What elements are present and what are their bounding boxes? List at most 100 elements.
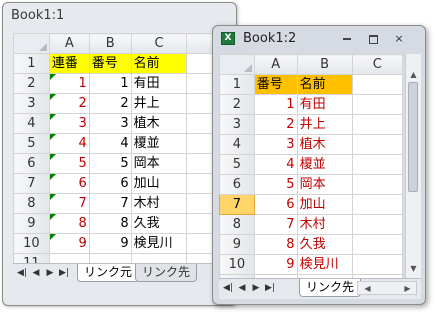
header-cell[interactable]: 名前	[130, 53, 188, 74]
next-sheet-icon[interactable]: ▶	[251, 282, 261, 295]
number-cell[interactable]: 3	[253, 134, 298, 155]
scrollbar-thumb[interactable]	[408, 82, 418, 192]
first-sheet-icon[interactable]: ◀|	[223, 282, 233, 295]
name-cell[interactable]: 岡本	[130, 153, 188, 174]
sheet-tab-link-dest[interactable]: リンク先	[299, 279, 362, 297]
row-header[interactable]: 7	[13, 173, 50, 194]
empty-cell[interactable]	[88, 253, 132, 263]
last-sheet-icon[interactable]: ▶|	[265, 282, 275, 295]
name-cell[interactable]: 岡本	[296, 174, 353, 195]
header-cell[interactable]: 番号	[88, 53, 132, 74]
name-cell[interactable]: 検見川	[296, 254, 353, 275]
next-sheet-icon[interactable]: ▶	[45, 267, 55, 280]
number-cell[interactable]: 9	[253, 254, 298, 275]
column-header[interactable]: B	[296, 54, 353, 75]
empty-cell[interactable]	[351, 74, 403, 95]
name-cell[interactable]: 加山	[296, 194, 353, 215]
number-cell[interactable]: 2	[253, 114, 298, 135]
number-cell[interactable]: 4	[88, 133, 132, 154]
empty-cell[interactable]	[351, 234, 403, 255]
number-cell[interactable]: 6	[253, 194, 298, 215]
number-cell[interactable]: 9	[88, 233, 132, 254]
column-header[interactable]: A	[48, 33, 90, 54]
number-cell[interactable]: 5	[253, 174, 298, 195]
number-cell[interactable]: 8	[88, 213, 132, 234]
workbook-window-2[interactable]: X Book1:2 × A B C 1 番号 名前 2 1 有田 3 2 井上 4 3 植木 5 4 榎並 6 5 岡本…	[212, 25, 426, 305]
first-sheet-icon[interactable]: ◀|	[17, 267, 27, 280]
number-cell[interactable]: 5	[88, 153, 132, 174]
worksheet-grid[interactable]: A B C 1 番号 名前 2 1 有田 3 2 井上 4 3 植木 5 4 榎並 6 5 岡本 7 6 加山 8 7 木村 9 8 久我…	[219, 54, 403, 278]
name-cell[interactable]: 久我	[130, 213, 188, 234]
row-header[interactable]: 5	[219, 154, 255, 175]
column-header[interactable]: C	[130, 33, 188, 54]
select-all-corner[interactable]	[219, 54, 255, 75]
row-header[interactable]: 6	[13, 153, 50, 174]
row-header[interactable]: 8	[219, 214, 255, 235]
row-header-selected[interactable]: 7	[219, 194, 255, 215]
name-cell[interactable]: 榎並	[130, 133, 188, 154]
empty-cell[interactable]	[351, 154, 403, 175]
row-header[interactable]: 2	[219, 94, 255, 115]
row-header[interactable]: 9	[219, 234, 255, 255]
row-header[interactable]: 10	[219, 254, 255, 275]
empty-cell[interactable]	[351, 174, 403, 195]
scroll-down-icon[interactable]: ▼	[406, 262, 421, 276]
name-cell[interactable]: 井上	[130, 93, 188, 114]
number-cell[interactable]: 7	[253, 214, 298, 235]
name-cell[interactable]: 井上	[296, 114, 353, 135]
empty-cell[interactable]	[351, 254, 403, 275]
name-cell[interactable]: 有田	[296, 94, 353, 115]
number-cell[interactable]: 1	[253, 94, 298, 115]
row-header[interactable]: 6	[219, 174, 255, 195]
row-header[interactable]: 2	[13, 73, 50, 94]
number-cell[interactable]: 3	[88, 113, 132, 134]
name-cell[interactable]: 久我	[296, 234, 353, 255]
scroll-up-icon[interactable]: ▲	[406, 68, 421, 82]
number-cell[interactable]: 4	[253, 154, 298, 175]
name-cell[interactable]: 木村	[130, 193, 188, 214]
number-cell[interactable]: 7	[88, 193, 132, 214]
serial-cell[interactable]: 3	[48, 113, 90, 134]
minimize-button[interactable]	[337, 31, 357, 46]
worksheet-grid[interactable]: A B C 1 連番 番号 名前 2 1 1 有田 3 2 2 井上 4 3 3 植木 5 4 4 榎並 6 5 5 岡本 7 6 6 加山…	[13, 33, 236, 263]
column-header[interactable]: B	[88, 33, 132, 54]
scroll-right-icon[interactable]: ▶	[400, 282, 415, 296]
empty-cell[interactable]	[48, 253, 90, 263]
title-bar[interactable]: Book1:1	[3, 3, 236, 27]
row-header[interactable]: 11	[13, 253, 50, 263]
row-header[interactable]: 9	[13, 213, 50, 234]
prev-sheet-icon[interactable]: ◀	[31, 267, 41, 280]
header-cell[interactable]: 番号	[253, 74, 298, 95]
row-header[interactable]: 10	[13, 233, 50, 254]
name-cell[interactable]: 植木	[296, 134, 353, 155]
empty-cell[interactable]	[351, 114, 403, 135]
serial-cell[interactable]: 2	[48, 93, 90, 114]
row-header[interactable]: 8	[13, 193, 50, 214]
name-cell[interactable]: 検見川	[130, 233, 188, 254]
name-cell[interactable]: 有田	[130, 73, 188, 94]
name-cell[interactable]: 木村	[296, 214, 353, 235]
number-cell[interactable]: 2	[88, 93, 132, 114]
empty-cell[interactable]	[351, 94, 403, 115]
number-cell[interactable]: 6	[88, 173, 132, 194]
prev-sheet-icon[interactable]: ◀	[237, 282, 247, 295]
number-cell[interactable]: 1	[88, 73, 132, 94]
row-header[interactable]: 1	[13, 53, 50, 74]
title-bar[interactable]: X Book1:2 ×	[213, 26, 425, 50]
serial-cell[interactable]: 5	[48, 153, 90, 174]
row-header[interactable]: 1	[219, 74, 255, 95]
header-cell[interactable]: 連番	[48, 53, 90, 74]
close-button[interactable]: ×	[389, 31, 409, 46]
last-sheet-icon[interactable]: ▶|	[59, 267, 69, 280]
row-header[interactable]: 4	[13, 113, 50, 134]
sheet-tab-link-source[interactable]: リンク元	[77, 264, 140, 282]
header-cell[interactable]: 名前	[296, 74, 353, 95]
serial-cell[interactable]: 4	[48, 133, 90, 154]
maximize-button[interactable]	[363, 31, 383, 46]
serial-cell[interactable]: 6	[48, 173, 90, 194]
empty-cell[interactable]	[351, 194, 403, 215]
empty-cell[interactable]	[351, 134, 403, 155]
sheet-tab-link-dest[interactable]: リンク先	[135, 264, 198, 282]
vertical-scrollbar[interactable]: ▲ ▼	[405, 54, 421, 278]
row-header[interactable]: 5	[13, 133, 50, 154]
